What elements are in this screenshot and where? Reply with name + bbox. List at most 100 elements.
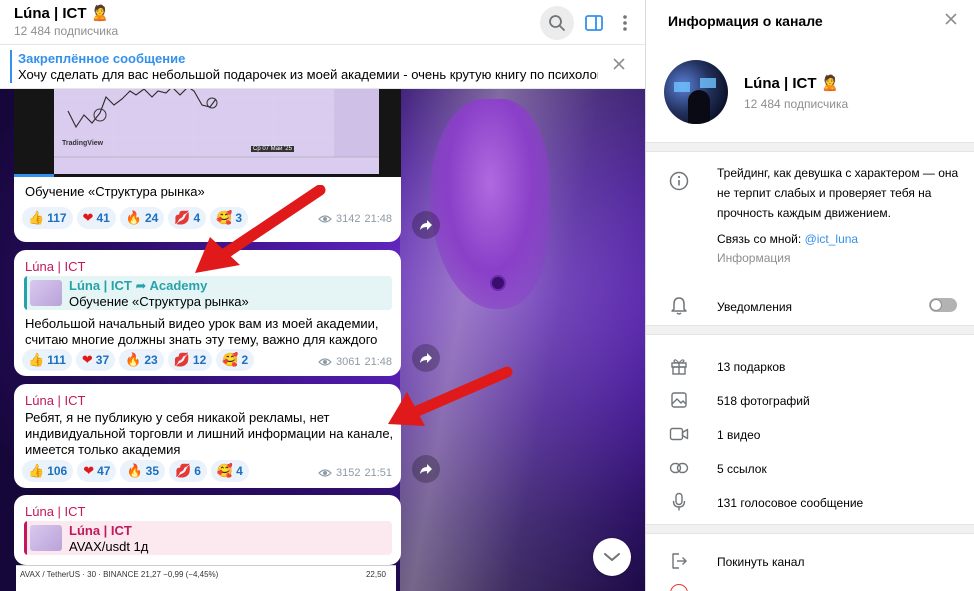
channel-description: Трейдинг, как девушка с характером — она… [717, 166, 959, 220]
views-count: 3152 [335, 467, 361, 479]
gifts-count[interactable]: 13 подарков [717, 360, 785, 374]
reaction-like[interactable]: 👍 111 [22, 349, 72, 371]
video-progress[interactable] [14, 174, 54, 177]
reaction-like[interactable]: 👍 117 [22, 207, 73, 229]
share-arrow-icon [420, 220, 432, 230]
contact-prefix: Связь со мной: [717, 232, 805, 246]
chat-header[interactable]: Lúna | ICT 🙎 12 484 подписчика [0, 0, 645, 45]
voice-messages-count[interactable]: 131 голосовое сообщение [717, 496, 863, 510]
reaction-heart[interactable]: ❤ 47 [77, 460, 117, 482]
reaction-count: 106 [47, 464, 68, 478]
reaction-love[interactable]: 🥰 2 [216, 349, 255, 371]
toggle-sidebar-button[interactable] [577, 6, 611, 40]
links-count[interactable]: 5 ссылок [717, 462, 767, 476]
channel-info-panel: Информация о канале Lúna | ICT 🙎 12 484 … [645, 0, 974, 591]
share-arrow-icon [420, 353, 432, 363]
sidebar-icon [585, 15, 603, 31]
info-close-button[interactable] [944, 12, 958, 31]
contact-line: Связь со мной: @ict_luna [717, 232, 858, 246]
message-chart[interactable]: Lúna | ICT Lúna | ICT AVAX/usdt 1д [14, 495, 401, 565]
leave-icon [668, 550, 690, 572]
photos-count[interactable]: 518 фотографий [717, 394, 810, 408]
reaction-heart[interactable]: ❤ 37 [75, 349, 116, 371]
pinned-accent-bar [10, 50, 12, 83]
reply-accent-bar [24, 276, 27, 310]
pinned-message[interactable]: Закреплённое сообщение Хочу сделать для … [0, 45, 645, 89]
chart-candles [54, 89, 379, 158]
video-preview[interactable]: TradingView Ср 07 Май '25 [14, 89, 401, 177]
message-author[interactable]: Lúna | ICT [25, 259, 85, 274]
reaction-like[interactable]: 👍 106 [22, 460, 74, 482]
message-time: 21:48 [364, 213, 392, 225]
kiss-icon: 💋 [173, 352, 190, 368]
reaction-count: 35 [145, 464, 160, 478]
chart-image-preview[interactable]: AVAX / TetherUS · 30 · BINANCE 21,27 −0,… [16, 565, 396, 591]
search-icon [549, 15, 565, 31]
kiss-icon: 💋 [174, 210, 191, 226]
chat-title[interactable]: Lúna | ICT 🙎 [14, 4, 109, 22]
chart-screenshot: TradingView Ср 07 Май '25 [54, 89, 379, 174]
message-text[interactable]: Lúna | ICT Ребят, я не публикую у себя н… [14, 384, 401, 488]
fire-icon: 🔥 [126, 463, 143, 479]
gift-icon [668, 355, 690, 377]
share-button[interactable] [412, 211, 440, 239]
reply-preview[interactable]: Lúna | ICT AVAX/usdt 1д [24, 521, 392, 555]
reaction-heart[interactable]: ❤ 41 [76, 207, 116, 229]
chevron-down-icon [604, 553, 620, 561]
views-count: 3061 [335, 356, 361, 368]
smiling-hearts-icon: 🥰 [216, 463, 234, 479]
microphone-icon [668, 491, 690, 513]
notifications-toggle[interactable] [929, 298, 957, 312]
section-divider [646, 142, 974, 152]
avatar-person [688, 90, 710, 124]
reaction-count: 37 [95, 353, 110, 367]
videos-count[interactable]: 1 видео [717, 428, 760, 442]
pinned-title: Закреплённое сообщение [18, 51, 186, 66]
reaction-fire[interactable]: 🔥 24 [119, 207, 165, 229]
share-button[interactable] [412, 455, 440, 483]
more-vertical-icon [623, 15, 627, 31]
reaction-love[interactable]: 🥰 4 [210, 460, 249, 482]
message-text-line: Ребят, я не публикую у себя никакой рекл… [25, 410, 330, 425]
chat-wallpaper: TradingView Ср 07 Май '25 Обучение «Стру… [0, 89, 645, 591]
contact-link[interactable]: @ict_luna [805, 232, 859, 246]
notifications-label: Уведомления [717, 300, 793, 314]
reaction-kiss[interactable]: 💋 12 [167, 349, 213, 371]
reaction-fire[interactable]: 🔥 35 [120, 460, 166, 482]
message-meta: 3061 21:48 [318, 356, 392, 368]
channel-name: Lúna | ICT 🙎 [744, 75, 840, 92]
info-icon [668, 170, 690, 192]
chart-date-label: Ср 07 Май '25 [251, 146, 294, 152]
scroll-down-button[interactable] [593, 538, 631, 576]
avatar-screen [674, 82, 690, 92]
search-button[interactable] [540, 6, 574, 40]
message-author[interactable]: Lúna | ICT [25, 504, 85, 519]
reaction-count: 23 [144, 353, 158, 367]
red-arrow-annotation [195, 185, 326, 273]
leave-channel-button[interactable]: Покинуть канал [717, 555, 804, 569]
chat-panel: Lúna | ICT 🙎 12 484 подписчика Закреплён… [0, 0, 645, 591]
message-text-line: Небольшой начальный видео урок вам из мо… [25, 316, 379, 331]
wallpaper-earring [490, 275, 506, 291]
channel-avatar[interactable] [664, 60, 728, 124]
message-author[interactable]: Lúna | ICT [25, 393, 85, 408]
info-title: Информация о канале [668, 13, 823, 29]
reaction-kiss[interactable]: 💋 6 [169, 460, 207, 482]
message-text-line: имеется только академия [25, 442, 181, 457]
more-button[interactable] [608, 6, 642, 40]
share-arrow-icon [420, 464, 432, 474]
reactions-row: 👍 106 ❤ 47 🔥 35 💋 6 🥰 4 [22, 460, 249, 482]
reaction-count: 24 [145, 211, 159, 225]
reactions-row: 👍 111 ❤ 37 🔥 23 💋 12 🥰 2 [22, 349, 255, 371]
views-eye-icon [318, 358, 332, 366]
reaction-fire[interactable]: 🔥 23 [119, 349, 164, 371]
forwarded-reply[interactable]: Lúna | ICT ➦ Academy Обучение «Структура… [24, 276, 392, 310]
avatar-screen [700, 78, 716, 88]
views-count: 3142 [335, 213, 361, 225]
pinned-close-button[interactable] [612, 57, 626, 76]
video-caption: Обучение «Структура рынка» [25, 184, 205, 199]
video-icon [668, 423, 690, 445]
reply-name: Lúna | ICT [69, 523, 132, 538]
fire-icon: 🔥 [125, 352, 142, 368]
fire-icon: 🔥 [125, 210, 142, 226]
